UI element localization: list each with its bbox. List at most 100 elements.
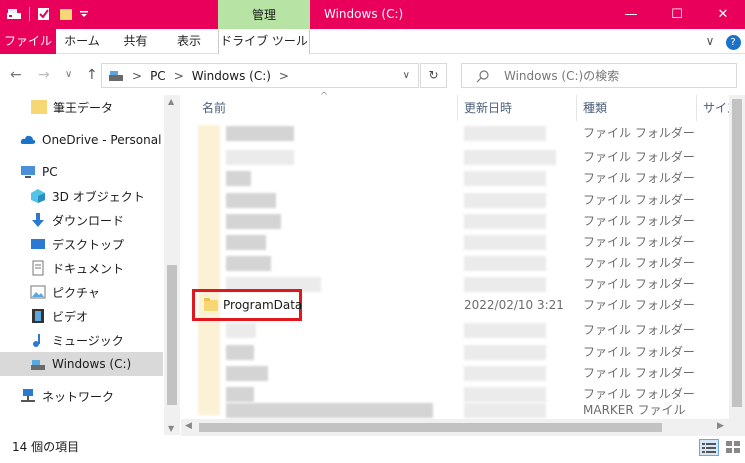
sidebar-item-label: OneDrive - Personal xyxy=(42,133,162,147)
forward-button[interactable]: → xyxy=(38,55,50,95)
table-row[interactable]: ファイル フォルダー xyxy=(181,190,729,211)
breadcrumb-drive[interactable]: Windows (C:) xyxy=(192,69,271,83)
table-row[interactable]: MARKER ファイル xyxy=(181,400,729,421)
sidebar-item-desktop[interactable]: デスクトップ xyxy=(0,232,163,256)
sort-ascending-icon[interactable]: ^ xyxy=(320,91,328,102)
customize-qat-icon[interactable] xyxy=(79,9,89,19)
ribbon-collapse-icon[interactable]: ∨ xyxy=(700,29,720,54)
column-header-modified[interactable]: 更新日時 xyxy=(464,95,512,121)
close-button[interactable]: ✕ xyxy=(700,0,745,29)
table-row[interactable]: ファイル フォルダー xyxy=(181,253,729,274)
column-divider[interactable] xyxy=(457,95,458,121)
file-list: ^ 名前 更新日時 種類 サイズ ファイル フォルダー ファイル フォルダー フ… xyxy=(181,91,745,435)
table-row[interactable]: ファイル フォルダー xyxy=(181,168,729,189)
table-row[interactable]: ファイル フォルダー xyxy=(181,232,729,253)
type-cell: ファイル フォルダー xyxy=(583,256,695,270)
status-bar: 14 個の項目 xyxy=(0,436,745,458)
table-row-programdata[interactable]: ProgramData 2022/02/10 3:21 ファイル フォルダー xyxy=(181,289,729,321)
column-divider[interactable] xyxy=(696,95,697,121)
type-cell: ファイル フォルダー xyxy=(583,277,695,291)
scroll-left-arrow[interactable]: ◀ xyxy=(185,421,192,431)
sidebar-item-documents[interactable]: ドキュメント xyxy=(0,256,163,280)
search-placeholder: Windows (C:)の検索 xyxy=(504,69,620,83)
properties-icon[interactable] xyxy=(37,7,51,21)
tab-home[interactable]: ホーム xyxy=(56,29,108,54)
help-icon[interactable]: ? xyxy=(724,29,742,54)
minimize-button[interactable]: — xyxy=(608,0,654,29)
file-name: ProgramData xyxy=(223,298,303,312)
large-icons-view-button[interactable] xyxy=(724,439,742,456)
file-list-vscroll[interactable] xyxy=(729,95,745,419)
sidebar-item-music[interactable]: ミュージック xyxy=(0,328,163,352)
pc-icon xyxy=(21,166,35,178)
scroll-thumb[interactable] xyxy=(199,423,662,432)
breadcrumb-sep: > xyxy=(132,68,143,83)
sidebar-item-fudeou[interactable]: 筆王データ xyxy=(0,95,163,119)
recent-locations-button[interactable]: ∨ xyxy=(65,55,72,95)
file-list-hscroll[interactable]: ◀ ▶ xyxy=(181,419,745,436)
navigation-scrollbar[interactable]: ▲ ▼ xyxy=(164,95,180,435)
pictures-icon xyxy=(30,285,46,299)
sidebar-item-label: ピクチャ xyxy=(52,285,100,300)
tab-file[interactable]: ファイル xyxy=(0,29,56,54)
drive-icon xyxy=(31,360,45,370)
table-row[interactable]: ファイル フォルダー xyxy=(181,363,729,384)
item-count: 14 個の項目 xyxy=(12,440,80,454)
scroll-down-arrow[interactable]: ▼ xyxy=(168,424,174,433)
table-row[interactable]: ファイル フォルダー xyxy=(181,320,729,341)
scroll-thumb[interactable] xyxy=(167,265,177,405)
scroll-up-arrow[interactable]: ▲ xyxy=(168,97,174,106)
new-folder-icon[interactable] xyxy=(59,7,73,21)
sidebar-item-network[interactable]: ネットワーク xyxy=(0,384,163,408)
sidebar-item-label: PC xyxy=(42,165,58,179)
tab-share[interactable]: 共有 xyxy=(108,29,163,54)
table-row[interactable]: ファイル フォルダー xyxy=(181,211,729,232)
videos-icon xyxy=(32,309,44,323)
ribbon: ファイル ホーム 共有 表示 ドライブ ツール ∨ ? xyxy=(0,29,745,54)
sidebar-item-pc[interactable]: PC xyxy=(0,160,163,184)
tab-drive-tools[interactable]: ドライブ ツール xyxy=(218,29,310,54)
sidebar-item-label: ミュージック xyxy=(52,333,124,348)
sidebar-item-3d-objects[interactable]: 3D オブジェクト xyxy=(0,184,163,208)
help-circle: ? xyxy=(725,35,741,50)
sidebar-item-label: Windows (C:) xyxy=(52,357,132,371)
sidebar-item-label: ビデオ xyxy=(52,309,89,324)
search-box[interactable]: Windows (C:)の検索 xyxy=(461,63,737,88)
sidebar-item-label: ネットワーク xyxy=(42,389,115,404)
tab-view[interactable]: 表示 xyxy=(163,29,215,54)
quick-access-toolbar xyxy=(6,4,89,24)
sidebar-item-label: 3D オブジェクト xyxy=(52,189,145,204)
address-bar[interactable]: > PC > Windows (C:) > ∨ xyxy=(101,63,419,88)
sidebar-item-onedrive[interactable]: OneDrive - Personal xyxy=(0,128,163,152)
table-row[interactable]: ファイル フォルダー xyxy=(181,123,729,144)
maximize-button[interactable]: ☐ xyxy=(654,0,700,29)
type-cell: ファイル フォルダー xyxy=(583,150,695,164)
network-icon xyxy=(21,389,35,402)
sidebar-item-label: ドキュメント xyxy=(52,261,125,276)
column-header-type[interactable]: 種類 xyxy=(583,95,607,121)
breadcrumb-pc[interactable]: PC xyxy=(150,69,166,83)
column-divider[interactable] xyxy=(576,95,577,121)
address-dropdown-icon[interactable]: ∨ xyxy=(403,70,410,81)
drive-icon xyxy=(109,70,123,81)
sidebar-item-windows-c[interactable]: Windows (C:) xyxy=(0,352,163,376)
refresh-button[interactable]: ↻ xyxy=(420,63,447,88)
3d-objects-icon xyxy=(31,189,45,203)
details-view-button[interactable] xyxy=(699,439,719,456)
sidebar-item-pictures[interactable]: ピクチャ xyxy=(0,280,163,304)
tab-manage[interactable]: 管理 xyxy=(218,0,310,31)
table-row[interactable]: ファイル フォルダー xyxy=(181,342,729,363)
sidebar-item-videos[interactable]: ビデオ xyxy=(0,304,163,328)
scroll-right-arrow[interactable]: ▶ xyxy=(717,421,724,431)
sidebar-item-label: デスクトップ xyxy=(52,237,125,252)
scroll-thumb[interactable] xyxy=(732,99,742,407)
back-button[interactable]: ← xyxy=(10,55,22,95)
large-icons-view-icon xyxy=(726,441,740,453)
breadcrumb-sep: > xyxy=(173,68,184,83)
sidebar-item-downloads[interactable]: ダウンロード xyxy=(0,208,163,232)
table-row[interactable]: ファイル フォルダー xyxy=(181,147,729,168)
up-button[interactable]: ↑ xyxy=(86,55,98,95)
column-header-name[interactable]: 名前 xyxy=(202,95,226,121)
folder-icon xyxy=(204,298,218,314)
music-note-icon xyxy=(33,334,40,347)
